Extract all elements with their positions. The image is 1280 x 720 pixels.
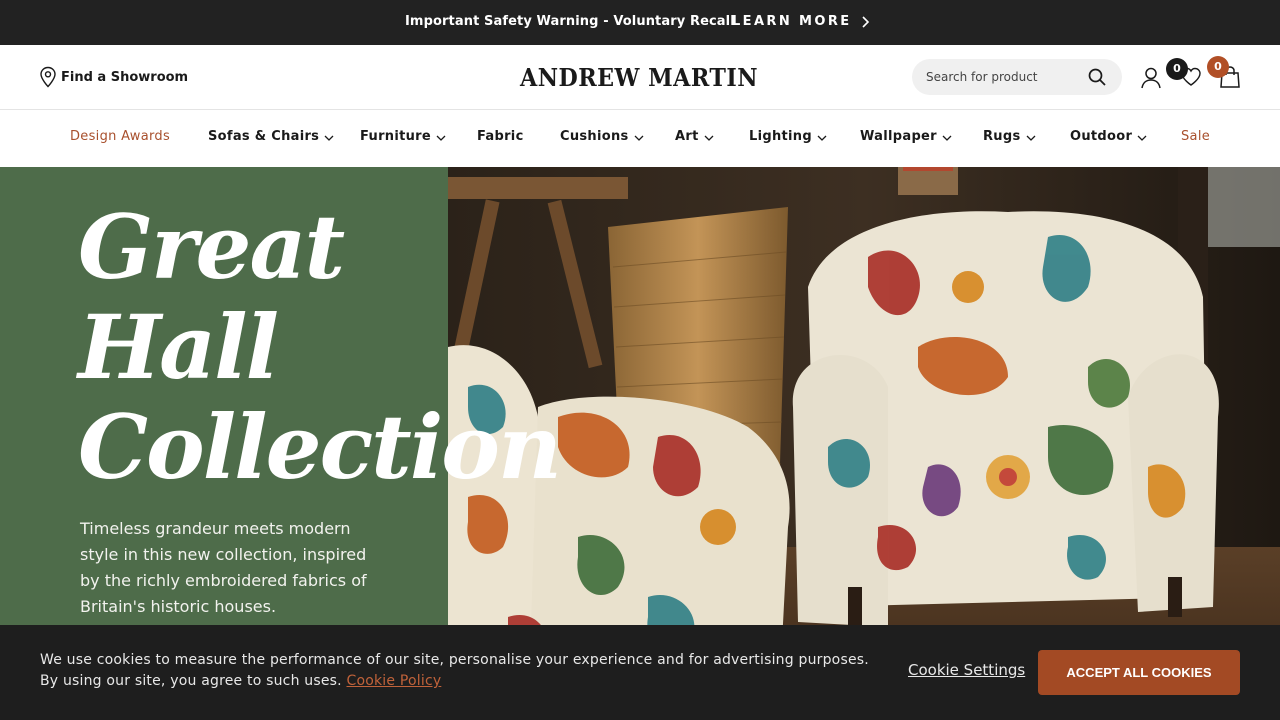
nav-item-label: Art — [675, 129, 699, 144]
find-showroom-link[interactable]: Find a Showroom — [39, 65, 188, 89]
cookie-message-text: We use cookies to measure the performanc… — [40, 652, 869, 689]
nav-item-label: Furniture — [360, 129, 432, 144]
hero-description: Timeless grandeur meets modern style in … — [80, 519, 367, 616]
main-navigation: Design Awards Sofas & Chairs Furniture F… — [0, 110, 1280, 167]
cookie-message: We use cookies to measure the performanc… — [40, 650, 890, 692]
search-bar — [912, 59, 1122, 95]
nav-item-label: Sale — [1181, 129, 1211, 144]
chevron-down-icon — [704, 135, 714, 141]
andrew-martin-logo[interactable]: ANDREW MARTIN — [519, 61, 759, 93]
nav-item-label: Sofas & Chairs — [208, 129, 320, 144]
hero-title-line: Great — [78, 195, 345, 299]
cookie-banner: We use cookies to measure the performanc… — [0, 625, 1280, 720]
search-input[interactable] — [926, 59, 1086, 95]
chevron-down-icon — [1137, 135, 1147, 141]
find-showroom-label: Find a Showroom — [61, 69, 189, 85]
search-icon[interactable] — [1087, 67, 1107, 87]
nav-item-label: Rugs — [983, 129, 1021, 144]
map-pin-icon — [40, 66, 56, 88]
chevron-down-icon — [634, 135, 644, 141]
bag-count-badge: 0 — [1207, 56, 1229, 78]
accept-all-cookies-button[interactable]: ACCEPT ALL COOKIES — [1038, 650, 1240, 695]
nav-item-design-awards[interactable]: Design Awards — [70, 129, 170, 144]
chevron-down-icon — [942, 135, 952, 141]
logo-text: ANDREW MARTIN — [519, 63, 758, 92]
nav-item-label: Outdoor — [1070, 129, 1133, 144]
nav-item-label: Lighting — [749, 129, 812, 144]
nav-item-outdoor[interactable]: Outdoor — [1070, 129, 1147, 144]
hero-title: Great Hall Collection — [78, 195, 562, 499]
chevron-down-icon — [1026, 135, 1035, 141]
cookie-settings-link[interactable]: Cookie Settings — [908, 661, 1025, 679]
nav-item-fabric[interactable]: Fabric — [477, 129, 524, 144]
nav-item-lighting[interactable]: Lighting — [749, 129, 827, 144]
nav-item-sale[interactable]: Sale — [1181, 129, 1210, 144]
chevron-down-icon — [324, 135, 334, 141]
cookie-policy-link[interactable]: Cookie Policy — [346, 673, 441, 689]
nav-item-cushions[interactable]: Cushions — [560, 129, 644, 144]
heart-icon[interactable] — [1180, 66, 1202, 88]
nav-item-sofas-chairs[interactable]: Sofas & Chairs — [208, 129, 334, 144]
nav-item-label: Cushions — [560, 129, 629, 144]
safety-warning-text: Important Safety Warning - Voluntary Rec… — [405, 14, 735, 29]
chevron-down-icon — [817, 135, 827, 141]
chevron-right-icon[interactable] — [860, 15, 872, 29]
announcement-bar: Important Safety Warning - Voluntary Rec… — [0, 0, 1280, 45]
site-header: Find a Showroom ANDREW MARTIN 0 0 — [0, 45, 1280, 110]
nav-item-label: Fabric — [477, 129, 524, 144]
nav-item-label: Design Awards — [70, 129, 171, 144]
chevron-down-icon — [436, 135, 446, 141]
nav-item-wallpaper[interactable]: Wallpaper — [860, 129, 952, 144]
nav-item-art[interactable]: Art — [675, 129, 714, 144]
nav-item-furniture[interactable]: Furniture — [360, 129, 446, 144]
hero-title-line: Collection — [78, 395, 562, 499]
nav-item-rugs[interactable]: Rugs — [983, 129, 1036, 144]
learn-more-link[interactable]: LEARN MORE — [732, 14, 852, 29]
nav-item-label: Wallpaper — [860, 129, 937, 144]
account-icon[interactable] — [1140, 66, 1162, 90]
hero-title-line: Hall — [78, 295, 279, 399]
